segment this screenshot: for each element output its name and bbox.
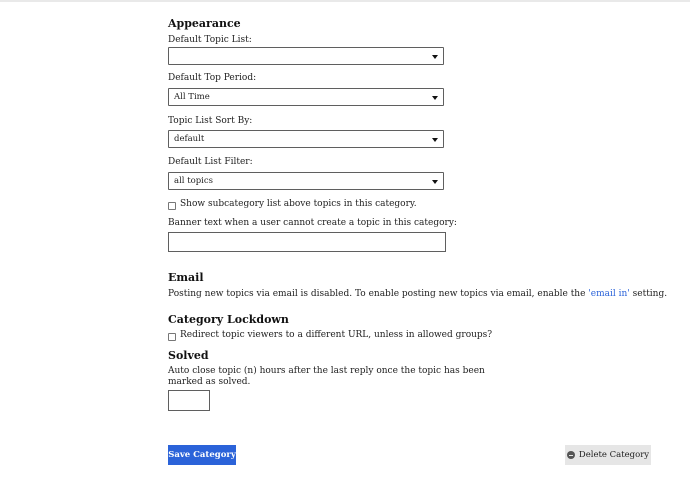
default-top-period-select[interactable]: All Time <box>168 88 444 106</box>
save-category-button[interactable]: Save Category <box>168 445 236 465</box>
email-description: Posting new topics via email is disabled… <box>168 289 667 300</box>
redirect-label: Redirect topic viewers to a different UR… <box>180 330 493 340</box>
redirect-checkbox[interactable] <box>168 333 176 341</box>
default-list-filter-select[interactable]: all topics <box>168 172 444 190</box>
auto-close-line-2: marked as solved. <box>168 377 251 387</box>
show-subcategory-label: Show subcategory list above topics in th… <box>180 199 417 209</box>
minus-circle-icon <box>566 451 575 459</box>
default-list-filter-value: all topics <box>174 176 214 186</box>
default-top-period-value: All Time <box>174 92 210 102</box>
caret-down-icon <box>432 55 438 59</box>
auto-close-hours-input[interactable] <box>168 390 210 411</box>
default-topic-list-select[interactable] <box>168 47 444 65</box>
banner-text-label: Banner text when a user cannot create a … <box>168 218 457 228</box>
auto-close-line-1: Auto close topic (n) hours after the las… <box>168 366 485 376</box>
delete-category-button[interactable]: Delete Category <box>565 445 651 465</box>
banner-text-input[interactable] <box>168 232 446 252</box>
solved-heading: Solved <box>168 349 209 362</box>
auto-close-description: Auto close topic (n) hours after the las… <box>168 366 485 388</box>
appearance-heading: Appearance <box>168 17 241 30</box>
email-in-link[interactable]: 'email in' <box>588 289 629 299</box>
top-divider <box>0 0 690 2</box>
save-category-label: Save Category <box>168 450 236 460</box>
email-text-after: setting. <box>629 289 668 299</box>
email-text-before: Posting new topics via email is disabled… <box>168 289 589 299</box>
default-top-period-label: Default Top Period: <box>168 73 257 83</box>
topic-list-sort-value: default <box>174 134 205 144</box>
topic-list-sort-label: Topic List Sort By: <box>168 116 253 126</box>
email-heading: Email <box>168 271 204 284</box>
caret-down-icon <box>432 138 438 142</box>
default-list-filter-label: Default List Filter: <box>168 157 253 167</box>
delete-category-label: Delete Category <box>578 450 650 460</box>
category-lockdown-heading: Category Lockdown <box>168 313 289 326</box>
caret-down-icon <box>432 96 438 100</box>
show-subcategory-checkbox[interactable] <box>168 202 176 210</box>
default-topic-list-label: Default Topic List: <box>168 35 252 45</box>
caret-down-icon <box>432 180 438 184</box>
topic-list-sort-select[interactable]: default <box>168 130 444 148</box>
